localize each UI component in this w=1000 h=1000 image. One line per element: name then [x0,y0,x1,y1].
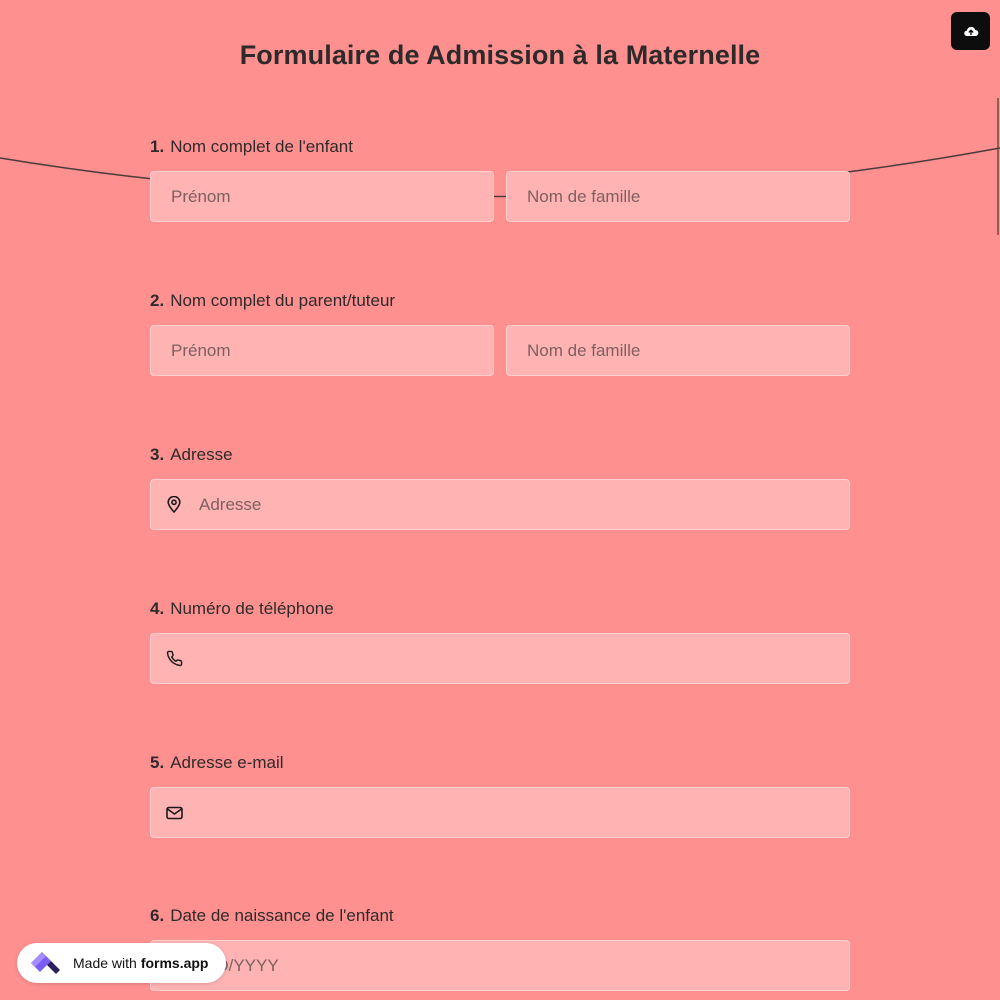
child-last-name-field[interactable] [506,171,850,222]
question-label: 3. Adresse [150,444,850,466]
parent-first-name-field[interactable] [150,325,494,376]
parent-last-name-field[interactable] [506,325,850,376]
mail-icon [165,804,183,822]
badge-prefix: Made with [73,955,137,971]
question-email: 5. Adresse e-mail [150,752,850,838]
question-child-name: 1. Nom complet de l'enfant [150,136,850,222]
question-text: Numéro de téléphone [170,599,334,618]
question-number: 2. [150,291,165,310]
email-input[interactable] [199,788,849,837]
question-text: Adresse e-mail [170,753,284,772]
parent-last-name-input[interactable] [527,326,849,375]
form-title: Formulaire de Admission à la Maternelle [239,40,761,70]
question-phone: 4. Numéro de téléphone [150,598,850,684]
address-input[interactable] [199,480,849,529]
birth-date-input[interactable] [171,941,849,990]
question-text: Date de naissance de l'enfant [170,906,394,925]
question-number: 3. [150,445,165,464]
question-parent-name: 2. Nom complet du parent/tuteur [150,290,850,376]
question-birth-date: 6. Date de naissance de l'enfant [150,905,850,991]
phone-input[interactable] [199,634,849,683]
question-text: Nom complet du parent/tuteur [170,291,396,310]
email-field[interactable] [150,787,850,838]
question-address: 3. Adresse [150,444,850,530]
question-text: Nom complet de l'enfant [170,137,353,156]
birth-date-field[interactable] [150,940,850,991]
address-field[interactable] [150,479,850,530]
question-label: 4. Numéro de téléphone [150,598,850,620]
question-text: Adresse [170,445,233,464]
form-page: Formulaire de Admission à la Maternelle … [0,0,1000,1000]
phone-field[interactable] [150,633,850,684]
cloud-upload-icon [963,26,978,37]
child-first-name-input[interactable] [171,172,493,221]
question-label: 6. Date de naissance de l'enfant [150,905,850,927]
phone-icon [165,650,183,668]
question-number: 6. [150,906,165,925]
made-with-badge[interactable]: Made with forms.app [17,943,226,983]
child-first-name-field[interactable] [150,171,494,222]
question-label: 5. Adresse e-mail [150,752,850,774]
forms-app-logo-icon [31,952,60,974]
question-label: 1. Nom complet de l'enfant [150,136,850,158]
question-number: 4. [150,599,165,618]
question-number: 1. [150,137,165,156]
child-last-name-input[interactable] [527,172,849,221]
map-pin-icon [165,496,183,514]
badge-brand: forms.app [140,955,209,971]
question-number: 5. [150,753,165,772]
parent-first-name-input[interactable] [171,326,493,375]
question-label: 2. Nom complet du parent/tuteur [150,290,850,312]
